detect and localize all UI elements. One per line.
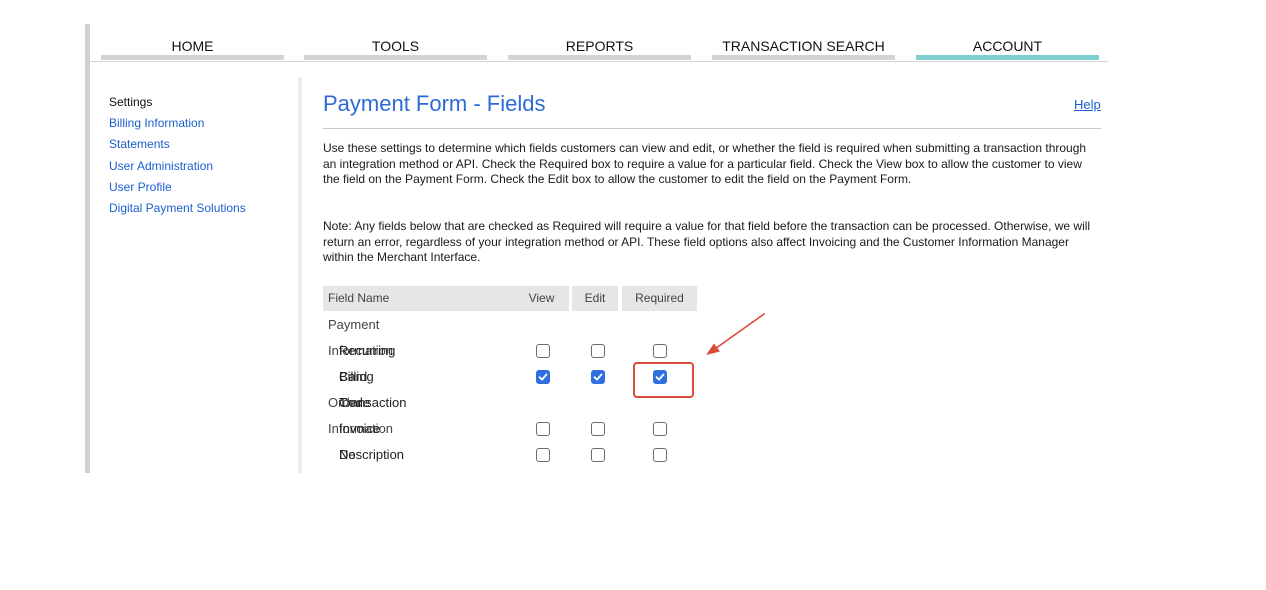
group-label-order-information: Order Information (328, 395, 394, 436)
settings-sidebar: Settings Billing Information Statements … (109, 94, 289, 221)
sidebar-heading: Settings (109, 95, 153, 109)
nav-tab-transaction-search[interactable]: TRANSACTION SEARCH (712, 36, 895, 60)
view-checkbox-recurring-billing-transaction[interactable] (536, 344, 550, 358)
column-header-field-name: Field Name (323, 286, 516, 311)
help-link[interactable]: Help (1074, 97, 1101, 112)
column-header-view: View (514, 286, 569, 311)
nav-tab-home[interactable]: HOME (101, 36, 284, 60)
nav-tab-label: REPORTS (565, 38, 634, 54)
field-label-recurring-billing-transaction: Recurring Billing Transaction (339, 343, 407, 410)
annotation-arrow-icon (706, 313, 765, 355)
column-header-edit: Edit (572, 286, 618, 311)
edit-checkbox-invoice-no[interactable] (591, 422, 605, 436)
title-divider (323, 128, 1101, 129)
view-checkbox-card-code[interactable] (536, 370, 550, 384)
field-label-description: Description (339, 447, 405, 462)
sidebar-link-statements[interactable]: Statements (109, 136, 289, 157)
checkmark-icon (538, 373, 548, 381)
field-label-card-code: Card Code (339, 369, 371, 410)
column-header-required: Required (622, 286, 697, 311)
edit-checkbox-recurring-billing-transaction[interactable] (591, 344, 605, 358)
sidebar-link-user-administration[interactable]: User Administration (109, 158, 289, 179)
nav-tab-account[interactable]: ACCOUNT (916, 36, 1099, 60)
edit-checkbox-card-code[interactable] (591, 370, 605, 384)
content-divider (298, 77, 302, 473)
nav-tab-tools[interactable]: TOOLS (304, 36, 487, 60)
annotation-highlight-box (633, 362, 694, 398)
sidebar-link-user-profile[interactable]: User Profile (109, 179, 289, 200)
nav-tab-reports[interactable]: REPORTS (508, 36, 691, 60)
group-label-payment-information: Payment Information (328, 317, 394, 358)
nav-tab-label: ACCOUNT (972, 38, 1043, 54)
page-left-border (85, 24, 90, 473)
nav-tab-label: HOME (171, 38, 214, 54)
nav-tab-label: TOOLS (371, 38, 420, 54)
intro-paragraph: Use these settings to determine which fi… (323, 141, 1087, 186)
view-checkbox-invoice-no[interactable] (536, 422, 550, 436)
edit-checkbox-description[interactable] (591, 448, 605, 462)
required-checkbox-invoice-no[interactable] (653, 422, 667, 436)
checkmark-icon (593, 373, 603, 381)
page-title: Payment Form - Fields (323, 91, 546, 116)
nav-tab-label: TRANSACTION SEARCH (722, 38, 885, 54)
sidebar-link-billing-information[interactable]: Billing Information (109, 115, 289, 136)
top-navigation: HOME TOOLS REPORTS TRANSACTION SEARCH AC… (90, 24, 1108, 62)
required-checkbox-recurring-billing-transaction[interactable] (653, 344, 667, 358)
view-checkbox-description[interactable] (536, 448, 550, 462)
field-label-invoice-no: Invoice No (339, 421, 381, 462)
sidebar-link-digital-payment-solutions[interactable]: Digital Payment Solutions (109, 200, 289, 221)
note-paragraph: Note: Any fields below that are checked … (323, 219, 1091, 264)
required-checkbox-description[interactable] (653, 448, 667, 462)
